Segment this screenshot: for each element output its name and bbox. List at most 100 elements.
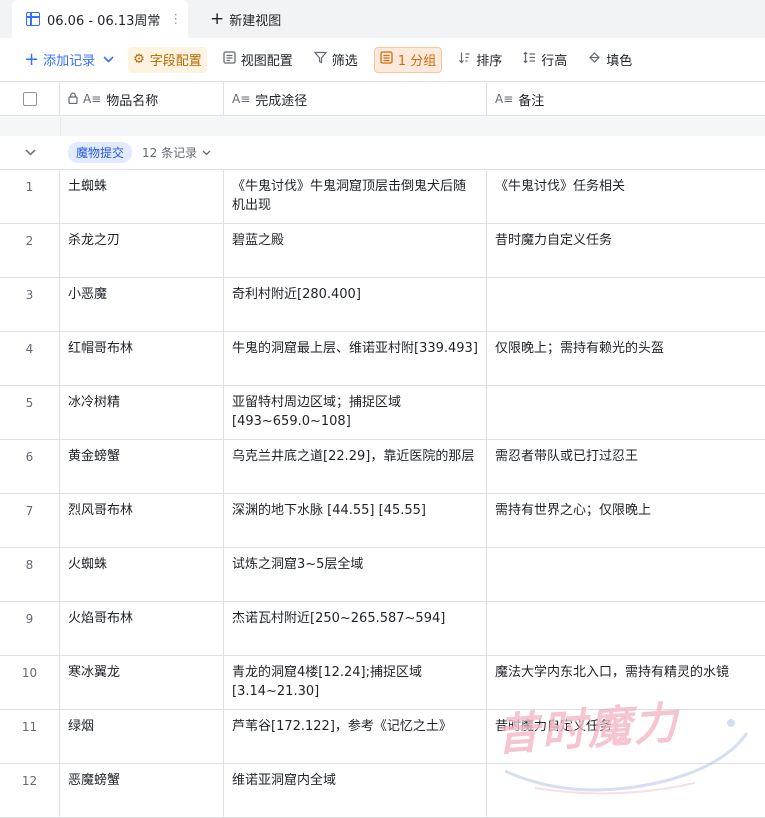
cell-note[interactable] [487,764,765,818]
field-config-label: 字段配置 [149,54,202,69]
cell-note[interactable]: 仅限晚上；需持有赖光的头盔 [487,332,765,386]
table-row[interactable]: 7 烈风哥布林 深渊的地下水脉 [44.55] [45.55] 需持有世界之心；仅限晚… [0,494,765,548]
column-header-route[interactable]: A≡ 完成途径 [224,82,487,116]
view-tab-active[interactable]: 06.06 - 06.13周常 ⋮ [12,0,188,38]
row-index: 8 [0,548,60,602]
row-index: 1 [0,170,60,224]
cell-route[interactable]: 杰诺瓦村附近[250~265.587~594] [224,602,487,656]
column-route-label: 完成途径 [255,93,308,109]
cell-route[interactable]: 芦苇谷[172.122]，参考《记忆之土》 [224,710,487,764]
cell-route[interactable]: 试炼之洞窟3~5层全域 [224,548,487,602]
select-all-checkbox[interactable] [22,92,37,106]
cell-route[interactable]: 碧蓝之殿 [224,224,487,278]
row-index: 6 [0,440,60,494]
row-index: 4 [0,332,60,386]
sort-icon [458,51,471,68]
new-view-button[interactable]: + 新建视图 [210,0,281,38]
chevron-down-icon[interactable] [103,53,114,66]
cell-route[interactable]: 牛鬼的洞窟最上层、维诺亚村附[339.493] [224,332,487,386]
chevron-down-icon[interactable] [202,145,211,160]
header-select-all[interactable] [0,82,60,116]
cell-route[interactable]: 青龙的洞窟4楼[12.24];捕捉区域[3.14~21.30] [224,656,487,710]
text-type-icon: A≡ [495,92,514,106]
cell-item-name[interactable]: 土蜘蛛 [60,170,224,224]
cell-note[interactable]: 魔法大学内东北入口，需持有精灵的水镜 [487,656,765,710]
cell-note[interactable] [487,548,765,602]
table-row[interactable]: 6 黄金螃蟹 乌克兰井底之道[22.29]，靠近医院的那层 需忍者带队或已打过忍王 [0,440,765,494]
row-height-label: 行高 [541,54,568,69]
add-record-label: 添加记录 [43,54,96,69]
cell-note[interactable]: 需持有世界之心；仅限晚上 [487,494,765,548]
table-row[interactable]: 1 土蜘蛛 《牛鬼讨伐》牛鬼洞窟顶层击倒鬼犬后随机出现 《牛鬼讨伐》任务相关 [0,170,765,224]
group-tag: 魔物提交 [68,142,133,163]
cell-item-name[interactable]: 红帽哥布林 [60,332,224,386]
column-note-label: 备注 [518,93,545,109]
table-row[interactable]: 4 红帽哥布林 牛鬼的洞窟最上层、维诺亚村附[339.493] 仅限晚上；需持有赖光的… [0,332,765,386]
cell-note[interactable] [487,602,765,656]
filter-icon [313,51,328,68]
table-body: 1 土蜘蛛 《牛鬼讨伐》牛鬼洞窟顶层击倒鬼犬后随机出现 《牛鬼讨伐》任务相关 2 杀龙之刃… [0,170,765,818]
row-height-icon [523,51,536,68]
fill-color-button[interactable]: 填色 [583,47,637,73]
table-row[interactable]: 5 冰冷树精 亚留特村周边区域；捕捉区域[493~659.0~108] [0,386,765,440]
chevron-down-icon[interactable] [0,146,60,159]
cell-item-name[interactable]: 寒冰翼龙 [60,656,224,710]
column-header-name[interactable]: A≡ 物品名称 [60,82,224,116]
table-row[interactable]: 10 寒冰翼龙 青龙的洞窟4楼[12.24];捕捉区域[3.14~21.30] 魔法大… [0,656,765,710]
table-row[interactable]: 3 小恶魔 奇利村附近[280.400] [0,278,765,332]
plus-icon: + [24,49,40,70]
cell-item-name[interactable]: 烈风哥布林 [60,494,224,548]
paint-bucket-icon [588,51,601,68]
table-row[interactable]: 9 火焰哥布林 杰诺瓦村附近[250~265.587~594] [0,602,765,656]
sort-button[interactable]: 排序 [453,47,507,73]
more-icon[interactable]: ⋮ [169,12,182,27]
new-view-label: 新建视图 [229,13,282,29]
cell-item-name[interactable]: 小恶魔 [60,278,224,332]
spacer-divider [60,117,61,137]
table-row[interactable]: 8 火蜘蛛 试炼之洞窟3~5层全域 [0,548,765,602]
cell-note[interactable]: 需忍者带队或已打过忍王 [487,440,765,494]
table-row[interactable]: 11 绿烟 芦苇谷[172.122]，参考《记忆之土》 昔时魔力自定义任务 [0,710,765,764]
view-config-button[interactable]: 视图配置 [218,47,298,73]
gear-icon: ⚙ [133,52,145,67]
cell-route[interactable]: 亚留特村周边区域；捕捉区域[493~659.0~108] [224,386,487,440]
cell-route[interactable]: 维诺亚洞窟内全域 [224,764,487,818]
field-config-button[interactable]: ⚙ 字段配置 [128,46,207,73]
cell-note[interactable]: 《牛鬼讨伐》任务相关 [487,170,765,224]
cell-note[interactable]: 昔时魔力自定义任务 [487,710,765,764]
sort-label: 排序 [476,54,503,69]
add-record-button[interactable]: + 添加记录 [24,49,114,70]
cell-note[interactable]: 昔时魔力自定义任务 [487,224,765,278]
cell-item-name[interactable]: 火蜘蛛 [60,548,224,602]
cell-item-name[interactable]: 绿烟 [60,710,224,764]
cell-route[interactable]: 乌克兰井底之道[22.29]，靠近医院的那层 [224,440,487,494]
group-icon [380,51,393,68]
row-index: 10 [0,656,60,710]
cell-note[interactable] [487,278,765,332]
column-header-note[interactable]: A≡ 备注 [487,82,765,116]
group-header-row[interactable]: 魔物提交 12 条记录 [0,136,765,170]
cell-item-name[interactable]: 黄金螃蟹 [60,440,224,494]
cell-item-name[interactable]: 火焰哥布林 [60,602,224,656]
cell-item-name[interactable]: 杀龙之刃 [60,224,224,278]
table-header: A≡ 物品名称 A≡ 完成途径 A≡ 备注 [0,82,765,116]
group-spacer [0,117,765,137]
cell-item-name[interactable]: 恶魔螃蟹 [60,764,224,818]
filter-button[interactable]: 筛选 [309,47,363,73]
row-index: 9 [0,602,60,656]
row-index: 3 [0,278,60,332]
row-index: 5 [0,386,60,440]
table-row[interactable]: 12 恶魔螃蟹 维诺亚洞窟内全域 [0,764,765,818]
cell-item-name[interactable]: 冰冷树精 [60,386,224,440]
cell-route[interactable]: 奇利村附近[280.400] [224,278,487,332]
cell-note[interactable] [487,386,765,440]
text-type-icon: A≡ [232,92,251,106]
cell-route[interactable]: 《牛鬼讨伐》牛鬼洞窟顶层击倒鬼犬后随机出现 [224,170,487,224]
table-row[interactable]: 2 杀龙之刃 碧蓝之殿 昔时魔力自定义任务 [0,224,765,278]
row-index: 12 [0,764,60,818]
row-height-button[interactable]: 行高 [518,47,572,73]
view-config-label: 视图配置 [240,54,293,69]
column-name-label: 物品名称 [106,93,159,109]
group-button[interactable]: 1 分组 [373,46,443,73]
cell-route[interactable]: 深渊的地下水脉 [44.55] [45.55] [224,494,487,548]
